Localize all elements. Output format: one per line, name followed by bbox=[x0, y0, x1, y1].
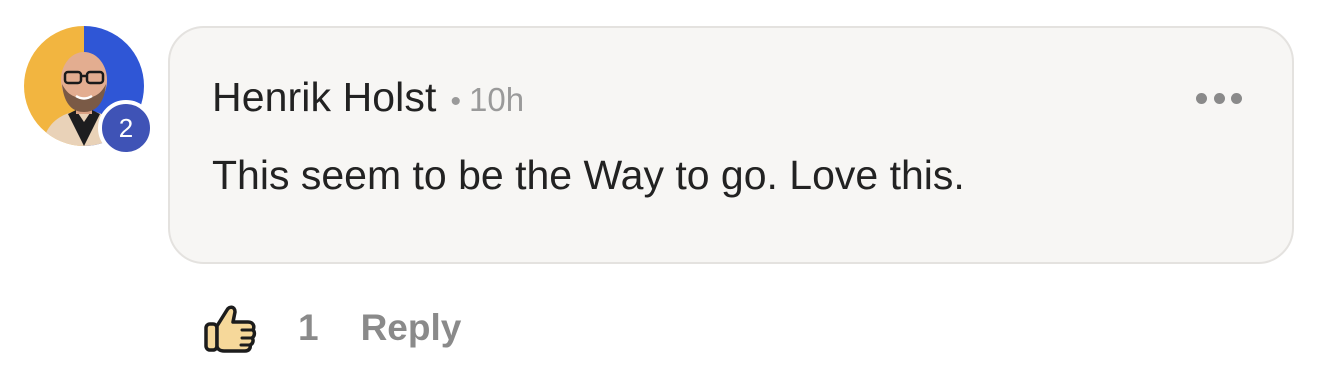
timestamp: 10h bbox=[469, 81, 525, 118]
comment-text: This seem to be the Way to go. Love this… bbox=[212, 152, 965, 198]
comment: 2 Henrik Holst • 10h This seem to be the… bbox=[0, 0, 1320, 368]
level-badge: 2 bbox=[98, 100, 154, 156]
reply-button[interactable]: Reply bbox=[361, 307, 462, 349]
comment-actions: 1 Reply bbox=[200, 296, 461, 360]
like-count: 1 bbox=[298, 307, 319, 348]
avatar[interactable]: 2 bbox=[24, 26, 154, 156]
author-name[interactable]: Henrik Holst bbox=[212, 74, 436, 121]
comment-header: Henrik Holst • 10h bbox=[212, 74, 524, 121]
more-horizontal-icon bbox=[1213, 92, 1225, 104]
comment-bubble: Henrik Holst • 10h This seem to be the W… bbox=[168, 26, 1294, 264]
more-horizontal-icon bbox=[1196, 92, 1207, 104]
separator-dot: • bbox=[450, 85, 461, 118]
thumbs-up-icon[interactable] bbox=[200, 298, 260, 358]
more-horizontal-icon bbox=[1231, 92, 1242, 104]
more-options-button[interactable] bbox=[1196, 88, 1242, 108]
